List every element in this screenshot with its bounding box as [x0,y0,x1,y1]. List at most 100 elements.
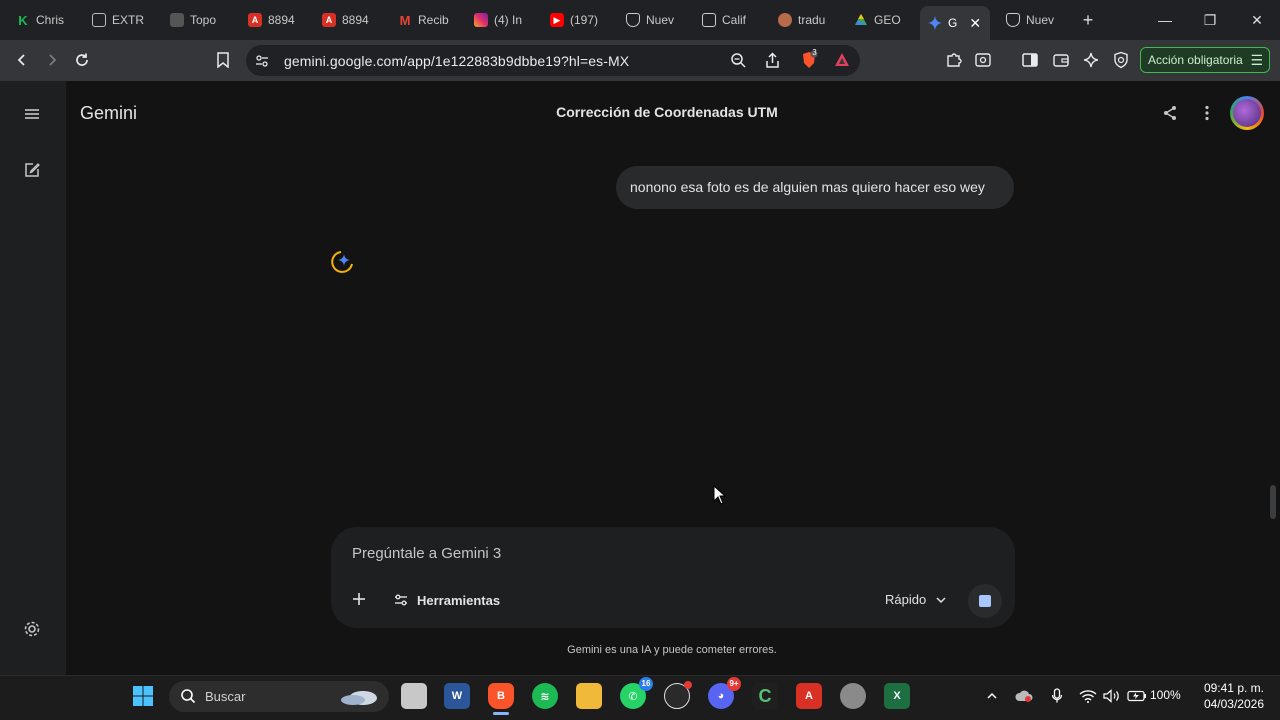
user-message-text: nonono esa foto es de alguien mas quiero… [630,179,985,195]
tab-3[interactable]: Topo [162,6,230,34]
start-button[interactable] [132,685,154,712]
tab-8[interactable]: ▶ (197) [542,6,610,34]
tab-label: tradu [798,13,826,27]
tab-label: Topo [190,13,217,27]
prompt-input[interactable]: Pregúntale a Gemini 3 [352,545,501,562]
clock-date[interactable]: 04/03/2026 [1196,697,1264,711]
tab-11[interactable]: tradu [770,6,838,34]
cloud-sync-icon[interactable] [1014,686,1034,706]
back-button[interactable] [11,49,33,71]
tab-6[interactable]: M Recib [390,6,458,34]
acrobat-icon[interactable]: A [796,683,822,709]
user-message-bubble: nonono esa foto es de alguien mas quiero… [616,166,1014,209]
forward-button[interactable] [41,49,63,71]
vpn-button[interactable] [1110,49,1132,71]
action-required-button[interactable]: Acción obligatoria ☰ [1140,47,1270,73]
instagram-icon [474,13,488,27]
battery-charging-icon[interactable] [1127,686,1147,706]
app-c-icon[interactable]: C [752,683,778,709]
brave-rewards-icon[interactable] [834,52,850,73]
wallet-button[interactable] [1050,49,1072,71]
scrollbar-thumb[interactable] [1270,485,1276,519]
close-window-button[interactable]: ✕ [1245,8,1269,32]
tab-14[interactable]: Nuev [998,6,1066,34]
tab-label: 8894 [268,13,295,27]
volume-icon[interactable] [1102,686,1122,706]
chevron-down-icon[interactable] [935,593,947,611]
tab-label: G [948,16,958,30]
notification-dot [684,681,692,689]
settings-button[interactable] [22,619,42,639]
brave-shields-icon[interactable]: 3 [800,48,818,74]
drive-icon [854,13,868,27]
tools-icon[interactable] [393,592,409,613]
brave-browser-icon[interactable]: B [488,683,514,709]
wifi-icon[interactable] [1078,686,1098,706]
clock-time[interactable]: 09:41 p. m. [1196,681,1264,695]
avatar-image [1233,99,1261,127]
tab-label: Recib [418,13,449,27]
share-icon [1164,106,1176,120]
more-options-button[interactable] [1198,104,1216,127]
leo-ai-button[interactable] [1080,49,1102,71]
gmail-icon: M [399,12,411,28]
reader-mode-button[interactable] [972,49,994,71]
close-tab-icon[interactable]: ✕ [969,15,981,32]
tab-label: 8894 [342,13,369,27]
share-conversation-button[interactable] [1161,104,1179,127]
tab-9[interactable]: Nuev [618,6,686,34]
extensions-button[interactable] [943,49,965,71]
account-avatar[interactable] [1230,96,1264,130]
site-settings-icon[interactable] [254,53,270,74]
stop-generation-button[interactable] [968,584,1002,618]
tab-1[interactable]: K Chris [8,6,78,34]
side-rail [0,81,66,675]
reload-button[interactable] [71,49,93,71]
mode-selector[interactable]: Rápido [885,592,926,607]
tab-gemini-active[interactable]: G ✕ [920,6,990,40]
sidebar-toggle-button[interactable] [1019,49,1041,71]
spotify-icon[interactable]: ≋ [532,683,558,709]
whatsapp-icon[interactable]: ✆ 16 [620,677,653,709]
tab-12[interactable]: GEO [846,6,914,34]
tab-strip: K Chris EXTR Topo A 8894 A 8894 M Recib … [0,0,1280,40]
plus-icon [353,593,365,605]
minimize-button[interactable]: — [1153,8,1177,32]
main-menu-button[interactable] [22,105,44,123]
file-explorer-icon[interactable] [576,683,602,709]
new-chat-button[interactable] [23,161,43,181]
add-attachment-button[interactable] [351,591,367,612]
conversation-title[interactable]: Corrección de Coordenadas UTM [440,104,894,120]
excel-icon[interactable]: X [884,683,910,709]
bookmark-button[interactable] [212,49,234,71]
word-icon[interactable]: W [444,683,470,709]
discord-icon[interactable]: ◕ 9+ [708,677,741,709]
image-icon [92,13,106,27]
tab-4[interactable]: A 8894 [240,6,306,34]
address-bar[interactable]: gemini.google.com/app/1e122883b9dbbe19?h… [246,45,860,76]
taskbar-search[interactable]: Buscar [169,681,389,712]
active-app-indicator [493,712,509,715]
zoom-icon[interactable] [730,52,747,74]
tab-label: (4) In [494,13,523,27]
share-page-icon[interactable] [764,52,781,74]
restore-button[interactable]: ❐ [1198,8,1222,32]
prompt-composer[interactable]: Pregúntale a Gemini 3 Herramientas Rápid… [331,527,1015,628]
tab-5[interactable]: A 8894 [314,6,380,34]
whatsapp-badge: 16 [639,677,653,691]
gear-icon [24,621,40,637]
task-view-icon[interactable] [401,683,427,709]
gemini-loading-spinner [330,250,354,279]
search-label: Buscar [205,689,246,704]
microphone-icon[interactable] [1047,686,1067,706]
tools-button[interactable]: Herramientas [417,593,500,608]
new-tab-button[interactable]: + [1076,8,1100,32]
tab-2[interactable]: EXTR [84,6,152,34]
tab-10[interactable]: Calif [694,6,762,34]
tab-7[interactable]: (4) In [466,6,534,34]
tab-label: GEO [874,13,901,27]
globe-app-icon[interactable] [840,683,866,709]
tab-label: Nuev [1026,13,1055,27]
show-hidden-icons-chevron-icon[interactable] [982,686,1002,706]
obs-icon[interactable] [664,681,692,709]
